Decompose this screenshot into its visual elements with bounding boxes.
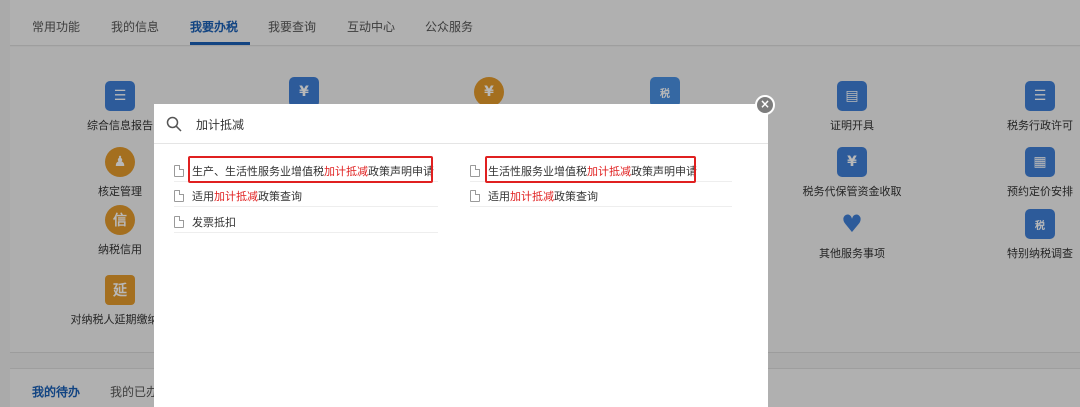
document-icon bbox=[174, 215, 184, 228]
search-bar bbox=[154, 104, 768, 144]
annotation-box bbox=[485, 156, 696, 183]
document-icon bbox=[174, 189, 184, 202]
result-item[interactable]: 发票抵扣 bbox=[174, 211, 438, 233]
search-modal: 生产、生活性服务业增值税加计抵减政策声明申请 适用加计抵减政策查询 发票抵扣 生… bbox=[154, 104, 768, 407]
document-icon bbox=[174, 164, 184, 177]
search-input[interactable] bbox=[196, 112, 736, 136]
document-icon bbox=[470, 164, 480, 177]
result-item[interactable]: 适用 加计抵减 政策查询 bbox=[470, 185, 732, 207]
close-icon[interactable]: × bbox=[755, 95, 775, 115]
annotation-box bbox=[188, 156, 433, 183]
document-icon bbox=[470, 189, 480, 202]
search-icon bbox=[166, 116, 182, 132]
result-item[interactable]: 适用 加计抵减 政策查询 bbox=[174, 185, 438, 207]
